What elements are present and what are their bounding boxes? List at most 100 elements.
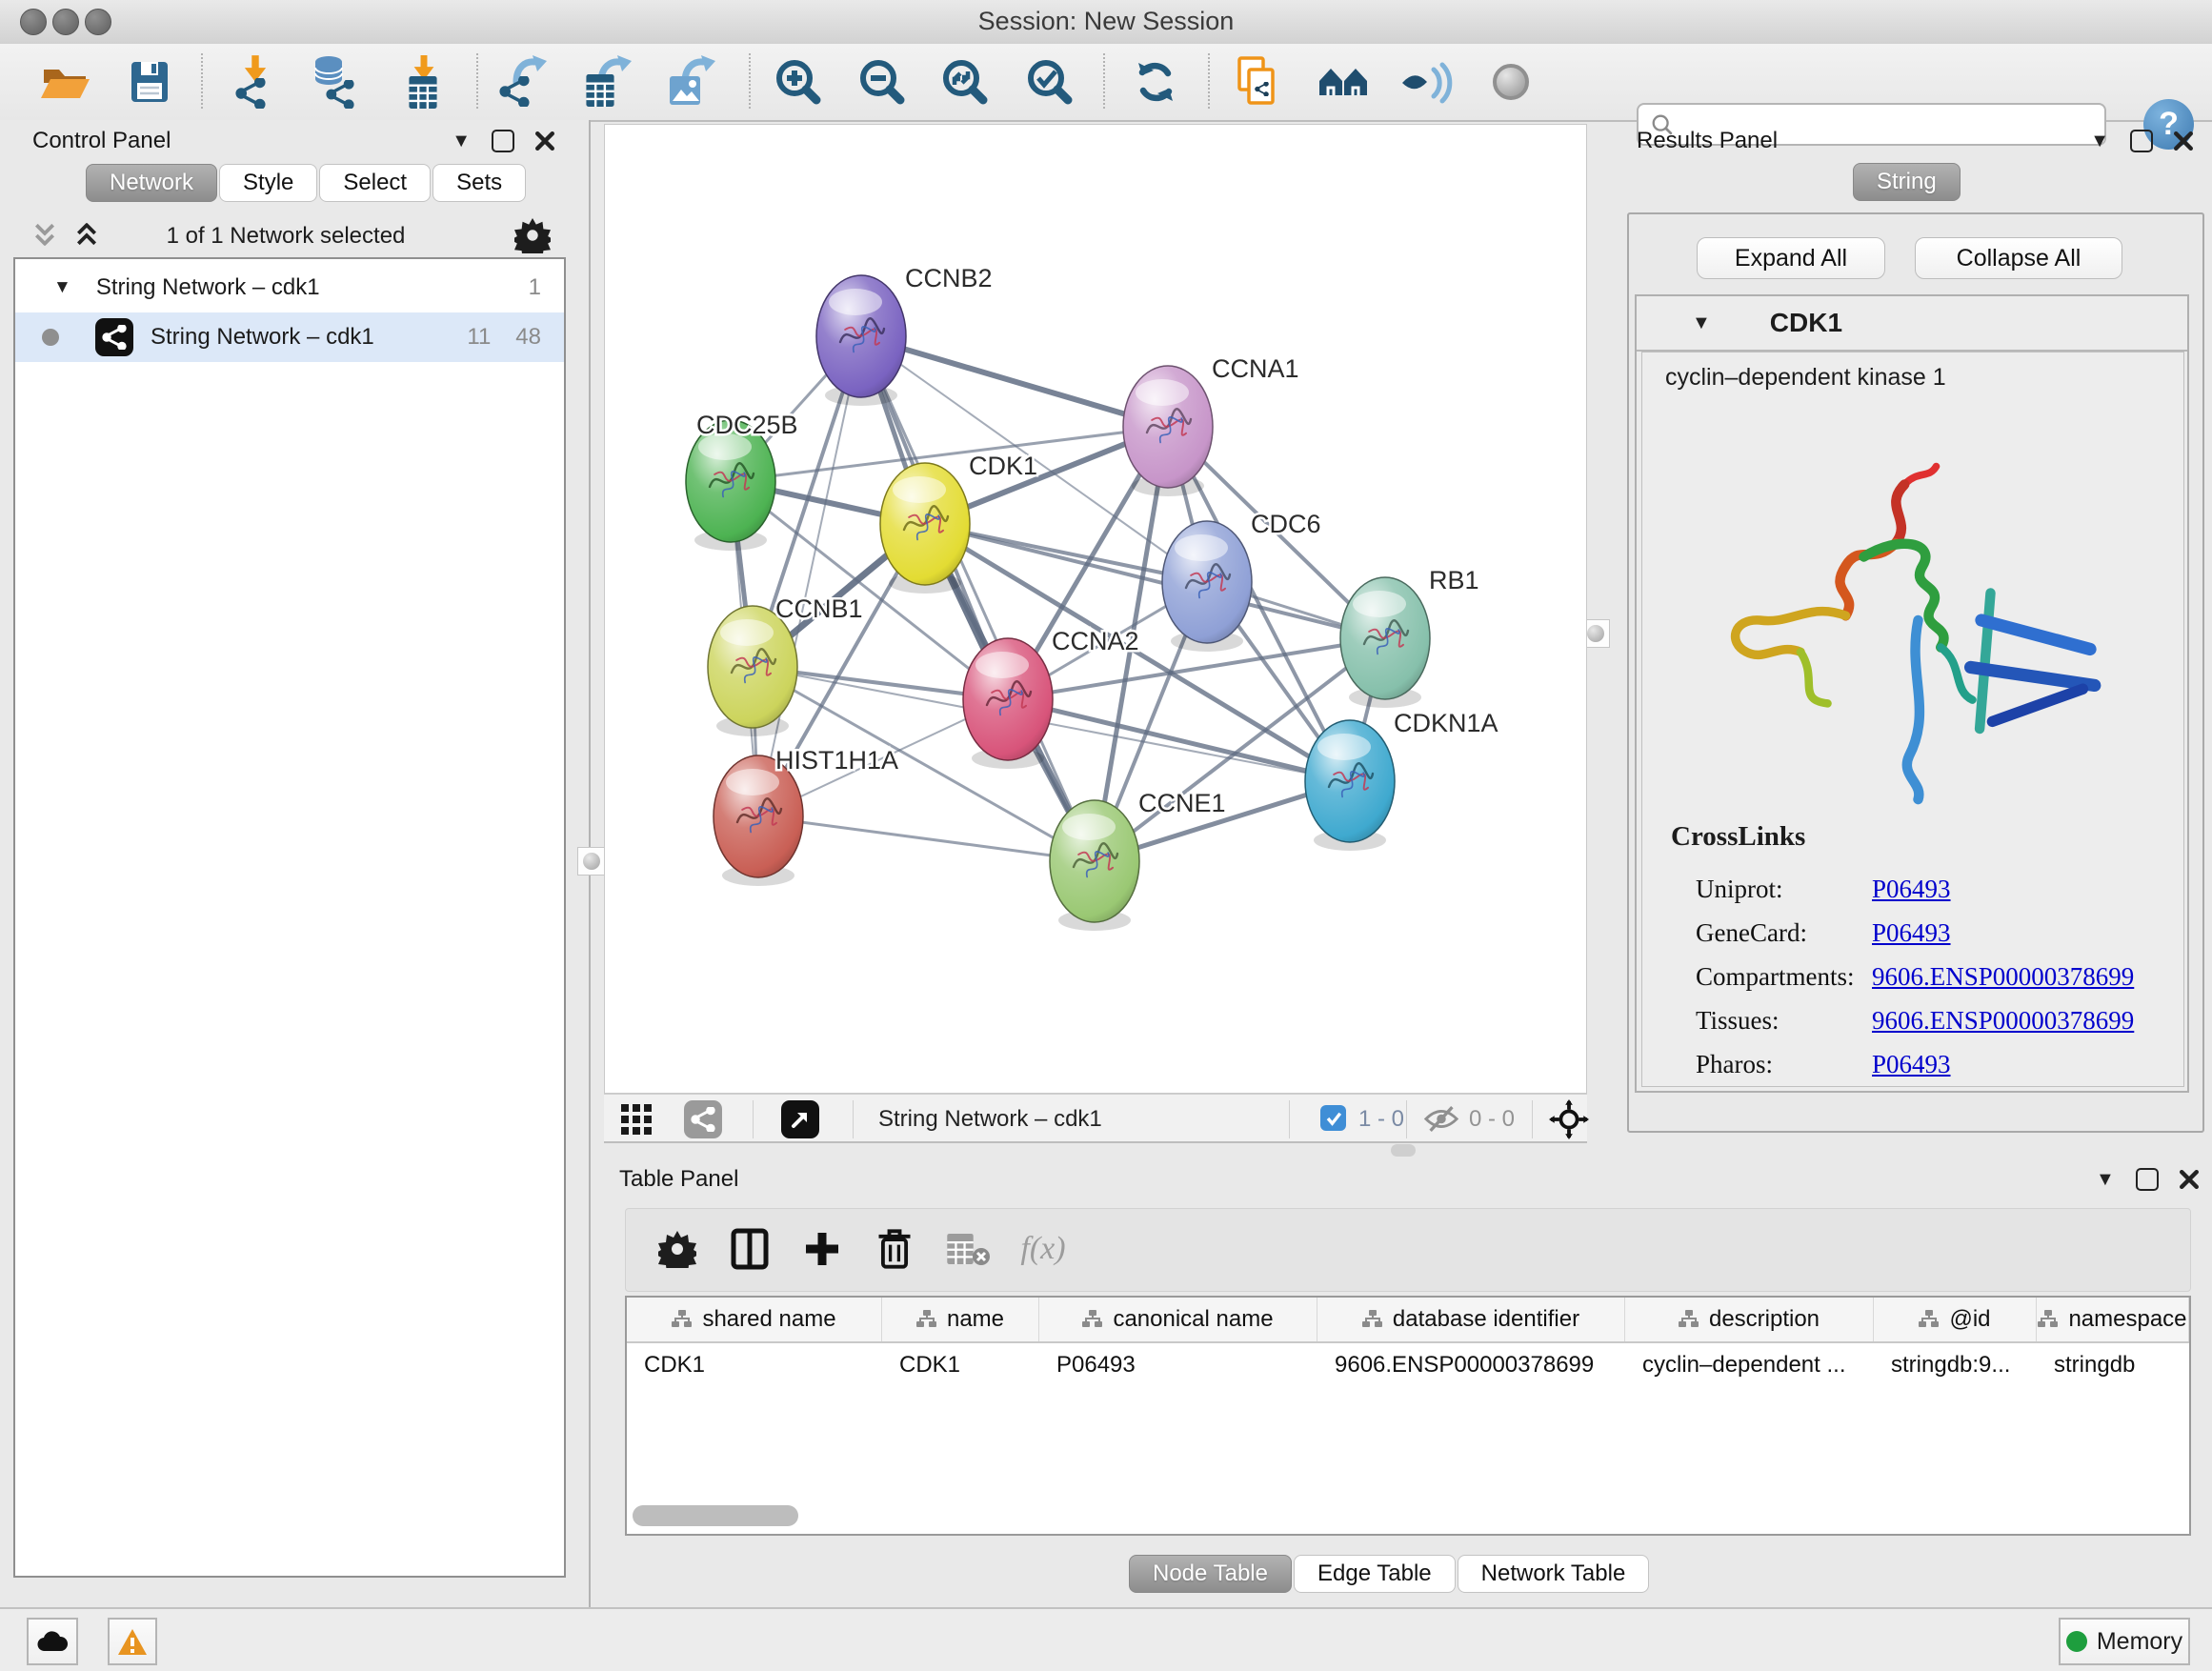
- import-network-file-button[interactable]: [222, 51, 287, 112]
- panel-float-icon[interactable]: ▼: [2096, 1170, 2115, 1189]
- cell-database-identifier[interactable]: 9606.ENSP00000378699: [1317, 1343, 1625, 1387]
- network-row-selected[interactable]: String Network – cdk1 11 48: [15, 312, 564, 362]
- string-homes-button[interactable]: [1311, 51, 1376, 112]
- collection-expand-icon[interactable]: ▼: [53, 277, 71, 298]
- table-row[interactable]: CDK1CDK1P064939606.ENSP00000378699cyclin…: [627, 1343, 2189, 1387]
- delete-table-button[interactable]: [940, 1220, 997, 1278]
- column-header-shared-name[interactable]: shared name: [627, 1298, 882, 1341]
- section-collapse-icon[interactable]: ▼: [1692, 313, 1711, 332]
- column-header-database-identifier[interactable]: database identifier: [1317, 1298, 1625, 1341]
- save-session-button[interactable]: [117, 51, 182, 112]
- network-node-HIST1H1A[interactable]: HIST1H1A: [714, 746, 898, 886]
- cell-id[interactable]: stringdb:9...: [1874, 1343, 2037, 1387]
- column-header-canonical-name[interactable]: canonical name: [1039, 1298, 1317, 1341]
- cell-name[interactable]: CDK1: [882, 1343, 1039, 1387]
- tab-select[interactable]: Select: [319, 164, 431, 202]
- collapse-all-chevron-icon[interactable]: [32, 223, 57, 246]
- expand-all-chevron-icon[interactable]: [74, 223, 99, 246]
- network-badge-button[interactable]: [684, 1100, 722, 1138]
- zoom-in-button[interactable]: [766, 51, 831, 112]
- collapse-all-button[interactable]: Collapse All: [1915, 237, 2122, 279]
- tab-network-table[interactable]: Network Table: [1458, 1555, 1650, 1593]
- zoom-selected-button[interactable]: [1017, 51, 1082, 112]
- left-splitter-handle[interactable]: [577, 847, 606, 876]
- import-table-file-button[interactable]: [391, 51, 455, 112]
- crosslink-genecard[interactable]: P06493: [1872, 918, 1951, 948]
- open-session-button[interactable]: [32, 51, 97, 112]
- network-node-CCNE1[interactable]: CCNE1: [1050, 789, 1226, 931]
- column-header-name[interactable]: name: [882, 1298, 1039, 1341]
- cell-shared-name[interactable]: CDK1: [627, 1343, 882, 1387]
- crosslink-uniprot[interactable]: P06493: [1872, 875, 1951, 904]
- network-node-CDK1[interactable]: CDK1: [880, 452, 1037, 594]
- network-node-CDKN1A[interactable]: CDKN1A: [1305, 709, 1498, 851]
- tab-edge-table[interactable]: Edge Table: [1294, 1555, 1456, 1593]
- panel-close-icon[interactable]: [2180, 1170, 2199, 1189]
- table-options-button[interactable]: [649, 1220, 706, 1278]
- tab-network[interactable]: Network: [86, 164, 217, 202]
- tab-sets[interactable]: Sets: [432, 164, 526, 202]
- panel-float-icon[interactable]: ▼: [452, 131, 471, 151]
- cell-canonical-name[interactable]: P06493: [1039, 1343, 1317, 1387]
- create-column-button[interactable]: [794, 1220, 851, 1278]
- tab-style[interactable]: Style: [219, 164, 317, 202]
- panel-maximize-icon[interactable]: [492, 130, 514, 152]
- export-image-icon: [662, 55, 715, 109]
- function-builder-button[interactable]: f(x): [1015, 1220, 1072, 1278]
- panel-maximize-icon[interactable]: [2136, 1168, 2159, 1191]
- crosslink-pharos[interactable]: P06493: [1872, 1050, 1951, 1079]
- network-node-CDC25B[interactable]: CDC25B: [686, 411, 798, 551]
- network-edge[interactable]: [758, 336, 861, 816]
- export-image-button[interactable]: [656, 51, 721, 112]
- tab-string[interactable]: String: [1853, 163, 1961, 201]
- hidden-counts: 0 - 0: [1469, 1106, 1515, 1133]
- warnings-button[interactable]: [108, 1618, 157, 1665]
- panel-close-icon[interactable]: [2174, 131, 2193, 151]
- apply-layout-button[interactable]: [1123, 51, 1188, 112]
- panel-maximize-icon[interactable]: [2130, 130, 2153, 152]
- title-bar: Session: New Session: [0, 0, 2212, 45]
- crosslink-compartments[interactable]: 9606.ENSP00000378699: [1872, 962, 2134, 992]
- panel-close-icon[interactable]: [535, 131, 554, 151]
- network-collection-row[interactable]: ▼ String Network – cdk1 1: [15, 263, 564, 312]
- control-panel-title: Control Panel: [32, 128, 171, 154]
- horizontal-scrollbar[interactable]: [633, 1505, 798, 1526]
- grid-view-button[interactable]: [621, 1104, 652, 1135]
- network-edge[interactable]: [925, 524, 1385, 638]
- export-table-icon: [578, 55, 632, 109]
- zoom-out-button[interactable]: [850, 51, 915, 112]
- crosslink-tissues[interactable]: 9606.ENSP00000378699: [1872, 1006, 2134, 1036]
- export-table-button[interactable]: [573, 51, 637, 112]
- detach-view-button[interactable]: [781, 1100, 819, 1138]
- network-edge[interactable]: [861, 336, 1095, 861]
- show-columns-button[interactable]: [721, 1220, 778, 1278]
- column-header-namespace[interactable]: namespace: [2037, 1298, 2189, 1341]
- export-network-button[interactable]: [490, 51, 554, 112]
- network-node-RB1[interactable]: RB1: [1340, 566, 1479, 708]
- glass-ball-effect-button[interactable]: [1478, 51, 1543, 112]
- network-node-CCNA1[interactable]: CCNA1: [1123, 354, 1299, 496]
- show-labels-button[interactable]: [1394, 51, 1458, 112]
- column-header-id[interactable]: @id: [1874, 1298, 2037, 1341]
- cell-namespace[interactable]: stringdb: [2037, 1343, 2189, 1387]
- network-canvas[interactable]: CCNB2CCNA1CDC25BCDK1CDC6RB1CCNB1CCNA2CDK…: [604, 124, 1587, 1094]
- copy-network-button[interactable]: [1225, 51, 1290, 112]
- delete-column-button[interactable]: [866, 1220, 923, 1278]
- zoom-fit-button[interactable]: [933, 51, 997, 112]
- column-header-description[interactable]: description: [1625, 1298, 1874, 1341]
- import-network-database-button[interactable]: [303, 51, 368, 112]
- save-floppy-icon: [123, 55, 176, 109]
- memory-button[interactable]: Memory: [2059, 1618, 2190, 1665]
- expand-all-button[interactable]: Expand All: [1697, 237, 1885, 279]
- network-edge[interactable]: [758, 816, 1095, 861]
- toolbar-separator: [476, 53, 478, 109]
- fit-content-button[interactable]: [1549, 1099, 1589, 1139]
- network-options-button[interactable]: [514, 217, 551, 253]
- tab-node-table[interactable]: Node Table: [1129, 1555, 1292, 1593]
- cell-description[interactable]: cyclin–dependent ...: [1625, 1343, 1874, 1387]
- network-edge[interactable]: [861, 336, 1168, 427]
- panel-float-icon[interactable]: ▼: [2090, 131, 2109, 151]
- cloud-status-button[interactable]: [27, 1618, 78, 1665]
- network-node-CCNB2[interactable]: CCNB2: [816, 264, 993, 406]
- selected-checkbox[interactable]: [1320, 1105, 1346, 1131]
